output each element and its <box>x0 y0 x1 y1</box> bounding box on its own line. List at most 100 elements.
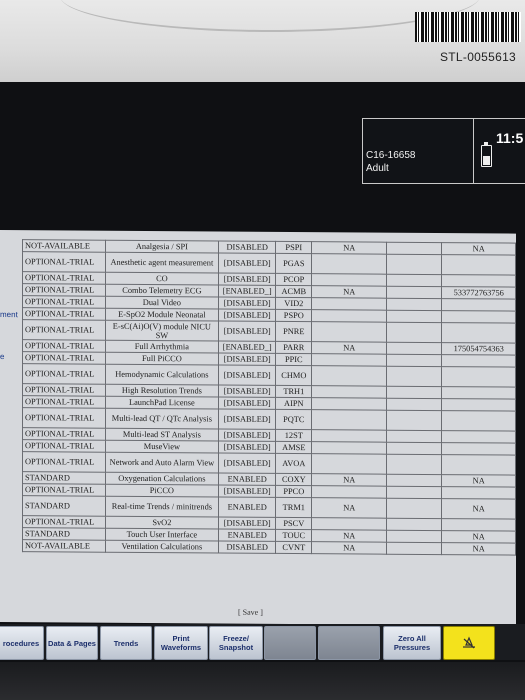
table-cell-c7 <box>441 518 516 532</box>
table-cell-c5 <box>311 365 387 387</box>
table-cell-status: STANDARD <box>22 471 106 485</box>
table-cell-key: [DISABLED] <box>218 385 276 398</box>
table-cell-c5 <box>311 297 387 311</box>
table-cell-c7: NA <box>441 242 516 256</box>
table-cell-c7 <box>441 454 516 476</box>
table-cell-c7 <box>441 322 516 344</box>
table-cell-key: [ENABLED_] <box>218 341 276 354</box>
softkey-button[interactable]: Print Waveforms <box>154 626 208 660</box>
table-cell-status: OPTIONAL-TRIAL <box>22 271 106 285</box>
table-cell-c5 <box>311 409 387 431</box>
table-cell-option: Ventilation Calculations <box>105 540 219 554</box>
table-cell-status: OPTIONAL-TRIAL <box>22 407 106 429</box>
table-cell-code: TRH1 <box>275 385 312 398</box>
table-cell-option: Dual Video <box>105 296 219 310</box>
table-cell-c6 <box>386 342 442 355</box>
table-cell-status: OPTIONAL-TRIAL <box>22 427 106 441</box>
table-cell-code: COXY <box>275 473 312 486</box>
table-cell-c6 <box>386 530 442 543</box>
barcode-label <box>415 12 521 42</box>
table-cell-code: TOUC <box>275 529 312 542</box>
table-cell-key: [DISABLED] <box>218 517 276 530</box>
table-cell-c6 <box>386 242 442 255</box>
table-cell-option: CO <box>105 272 219 286</box>
table-cell-c6 <box>386 398 442 411</box>
table-cell-c5 <box>311 517 387 531</box>
table-cell-status: OPTIONAL-TRIAL <box>22 383 106 397</box>
table-cell-code: AVOA <box>275 453 312 474</box>
table-cell-option: MuseView <box>105 440 219 454</box>
softkey-button[interactable]: Freeze/ Snapshot <box>209 626 263 660</box>
table-cell-c6 <box>386 442 442 455</box>
table-cell-c7: 175054754363 <box>441 342 516 356</box>
table-cell-key: [DISABLED] <box>218 485 276 498</box>
table-cell-c5 <box>311 385 387 399</box>
table-cell-option: Touch User Interface <box>105 528 219 542</box>
table-cell-c6 <box>386 354 442 367</box>
table-cell-status: STANDARD <box>22 495 106 517</box>
table-cell-c6 <box>386 474 442 487</box>
table-cell-key: [DISABLED] <box>218 429 276 442</box>
table-cell-c5 <box>311 429 387 443</box>
table-cell-c7: NA <box>441 498 516 520</box>
table-cell-code: CHMO <box>275 365 312 386</box>
table-cell-status: OPTIONAL-TRIAL <box>22 307 106 321</box>
table-cell-c5: NA <box>311 473 387 487</box>
device-bezel-bottom <box>0 662 525 700</box>
table-cell-status: OPTIONAL-TRIAL <box>22 339 106 353</box>
table-cell-option: Real-time Trends / minitrends <box>105 496 219 518</box>
table-cell-status: OPTIONAL-TRIAL <box>22 295 106 309</box>
table-cell-c6 <box>386 410 442 431</box>
table-cell-option: E-sC(Ai)O(V) module NICU SW <box>105 320 219 342</box>
table-cell-c5: NA <box>311 541 387 555</box>
table-cell-key: [DISABLED] <box>218 353 276 366</box>
table-cell-key: [ENABLED_] <box>218 285 276 298</box>
softkey-button[interactable] <box>318 626 380 660</box>
table-cell-status: OPTIONAL-TRIAL <box>22 283 106 297</box>
table-cell-option: Full PiCCO <box>105 352 219 366</box>
table-cell-c6 <box>386 542 442 555</box>
table-cell-c5 <box>311 485 387 499</box>
table-cell-c6 <box>386 366 442 387</box>
table-cell-code: PPIC <box>275 353 312 366</box>
table-cell-code: PQTC <box>275 409 312 430</box>
table-row[interactable]: NOT-AVAILABLE Ventilation Calculations DIS… <box>22 539 516 556</box>
table-cell-option: Network and Auto Alarm View <box>105 452 219 474</box>
softkey-button[interactable]: Zero All Pressures <box>383 626 441 660</box>
table-cell-key: [DISABLED] <box>218 365 276 386</box>
table-cell-c5 <box>311 453 387 475</box>
table-cell-key: [DISABLED] <box>218 309 276 322</box>
table-cell-code: AMSE <box>275 441 312 454</box>
table-cell-key: [DISABLED] <box>218 409 276 430</box>
left-label: e <box>0 352 5 362</box>
table-cell-c7 <box>441 486 516 500</box>
table-cell-c6 <box>386 286 442 299</box>
softkey-button[interactable] <box>264 626 316 660</box>
table-cell-status: OPTIONAL-TRIAL <box>22 395 106 409</box>
table-cell-c6 <box>386 298 442 311</box>
table-cell-key: [DISABLED] <box>218 441 276 454</box>
table-cell-code: CVNT <box>275 541 312 554</box>
save-button[interactable]: [ Save ] <box>238 608 263 617</box>
softkey-button[interactable]: Data & Pages <box>46 626 98 660</box>
table-cell-c5: NA <box>311 241 387 255</box>
table-cell-c7 <box>441 442 516 456</box>
table-cell-c5: NA <box>311 341 387 355</box>
table-cell-code: PSCV <box>275 517 312 530</box>
softkey-button[interactable]: Trends <box>100 626 152 660</box>
clock: 11:5 <box>496 130 524 146</box>
softkey-button[interactable]: rocedures <box>0 626 44 660</box>
table-cell-key: [DISABLED] <box>218 397 276 410</box>
table-cell-c5 <box>311 321 387 343</box>
alarm-silence-button[interactable] <box>443 626 495 660</box>
table-cell-key: [DISABLED] <box>218 321 276 342</box>
table-cell-status: OPTIONAL-TRIAL <box>22 439 106 453</box>
table-cell-key: DISABLED <box>218 541 276 554</box>
table-cell-c7 <box>441 398 516 412</box>
table-cell-code: VID2 <box>275 297 312 310</box>
table-cell-c7: NA <box>441 474 516 488</box>
asset-tag: STL-0055613 <box>440 50 517 64</box>
table-cell-option: Anesthetic agent measurement <box>105 252 219 274</box>
table-cell-code: AIPN <box>275 397 312 410</box>
table-cell-status: STANDARD <box>22 527 106 541</box>
